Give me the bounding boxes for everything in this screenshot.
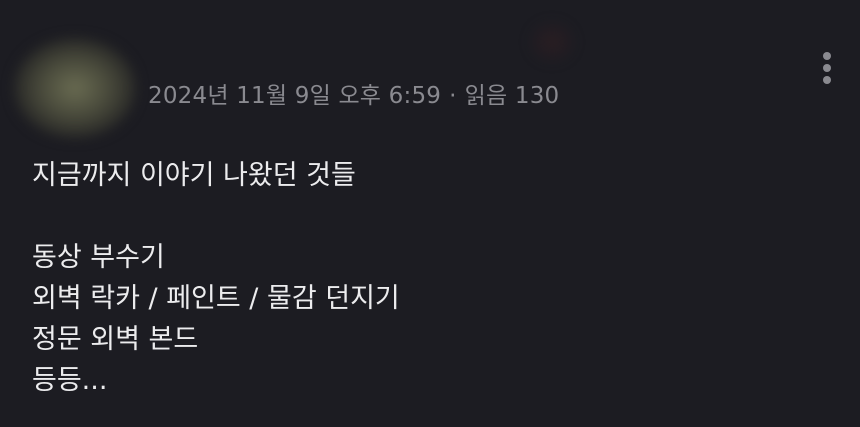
post-card: 2024년 11월 9일 오후 6:59 · 읽음 130 지금까지 이야기 나왔던… xyxy=(0,0,860,427)
post-body-line: 지금까지 이야기 나왔던 것들 xyxy=(32,160,356,191)
post-body-blank-line xyxy=(32,196,400,237)
more-options-button[interactable] xyxy=(812,48,842,88)
post-body-line: 등등... xyxy=(32,365,108,396)
author-avatar[interactable] xyxy=(14,38,136,138)
post-body-line: 정문 외벽 본드 xyxy=(32,324,199,355)
post-meta: 2024년 11월 9일 오후 6:59 · 읽음 130 xyxy=(148,76,559,110)
blurred-author-badge xyxy=(528,20,576,64)
post-body-line: 동상 부수기 xyxy=(32,242,165,273)
meta-separator: · xyxy=(449,83,457,109)
view-count: 읽음 130 xyxy=(464,83,560,109)
post-body: 지금까지 이야기 나왔던 것들 동상 부수기 외벽 락카 / 페인트 / 물감 … xyxy=(32,155,400,401)
post-timestamp: 2024년 11월 9일 오후 6:59 xyxy=(148,83,442,109)
post-body-line: 외벽 락카 / 페인트 / 물감 던지기 xyxy=(32,283,400,314)
